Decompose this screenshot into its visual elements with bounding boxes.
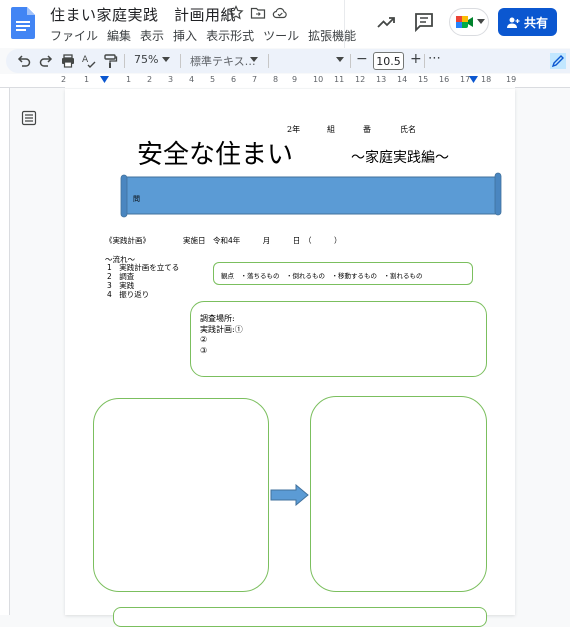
ruler-number: 19 <box>506 75 517 84</box>
toolbar-divider <box>180 54 181 68</box>
flow-step: 4 振り返り <box>107 290 150 299</box>
survey-plan-line: ② <box>200 335 208 344</box>
date-line: 実施日 令和4年 月 日 （ ） <box>183 236 342 245</box>
style-dropdown-icon[interactable] <box>250 57 258 63</box>
increase-font-size-button[interactable]: + <box>410 51 422 67</box>
ruler-number: 16 <box>439 75 450 84</box>
ruler-number: 12 <box>355 75 366 84</box>
survey-box[interactable]: 調査場所: 実践計画:① ② ③ <box>190 301 487 377</box>
menu-bar: ファイル 編集 表示 挿入 表示形式 ツール 拡張機能 <box>50 27 356 43</box>
title-sub: 〜家庭実践編〜 <box>351 150 449 166</box>
document-page[interactable]: 2年 組 番 氏名 安全な住まい 〜家庭実践編〜 問 《実践計画》 実施日 令和… <box>65 89 515 627</box>
class-label: 組 <box>327 125 335 134</box>
paint-format-icon[interactable] <box>102 53 118 69</box>
menu-extensions[interactable]: 拡張機能 <box>308 27 356 43</box>
meet-camera-icon <box>456 16 473 28</box>
edit-mode-pencil-icon[interactable] <box>550 53 566 69</box>
horizontal-ruler[interactable]: 2 1 1 2 3 4 5 6 7 8 9 10 11 12 13 14 15 … <box>0 74 570 88</box>
star-icon[interactable] <box>228 5 244 21</box>
more-options-button[interactable]: ⋯ <box>428 51 441 66</box>
zoom-select[interactable]: 75% <box>134 53 158 66</box>
name-label: 氏名 <box>400 125 416 134</box>
ruler-number: 1 <box>84 75 90 84</box>
ruler-number: 3 <box>168 75 174 84</box>
toolbar-divider <box>350 54 351 68</box>
ruler-number: 14 <box>397 75 408 84</box>
after-box[interactable] <box>310 396 487 592</box>
question-banner[interactable] <box>119 172 503 218</box>
ruler-number: 4 <box>189 75 195 84</box>
plan-heading: 《実践計画》 <box>105 236 150 245</box>
undo-icon[interactable] <box>16 53 32 69</box>
toolbar-divider <box>424 54 425 68</box>
document-title[interactable]: 住まい家庭実践 計画用紙 <box>50 4 236 25</box>
header-divider <box>344 0 345 48</box>
right-indent-marker-icon[interactable] <box>469 76 478 84</box>
ruler-number: 2 <box>61 75 67 84</box>
ruler-number: 13 <box>376 75 387 84</box>
survey-place-line: 調査場所: <box>200 314 235 323</box>
ruler-number: 2 <box>147 75 153 84</box>
top-bar: 住まい家庭実践 計画用紙 ファイル 編集 表示 挿入 表示形式 ツール 拡張機能 <box>0 0 570 48</box>
ruler-number: 18 <box>481 75 492 84</box>
ruler-number: 8 <box>273 75 279 84</box>
ruler-number: 7 <box>252 75 258 84</box>
before-box[interactable] <box>93 398 269 592</box>
document-outline-icon[interactable] <box>21 110 37 126</box>
format-toolbar: A 75% 標準テキス… − 10.5 + ⋯ <box>6 49 570 73</box>
toolbar-divider <box>124 54 125 68</box>
viewpoint-text: 観点 ・落ちるもの ・倒れるもの ・移動するもの ・割れるもの <box>221 272 423 280</box>
menu-tools[interactable]: ツール <box>263 27 299 43</box>
number-label: 番 <box>363 125 371 134</box>
ruler-number: 10 <box>313 75 324 84</box>
reflection-box[interactable] <box>113 607 487 627</box>
arrow-right-icon <box>270 484 309 506</box>
zoom-dropdown-icon[interactable] <box>162 57 170 63</box>
meet-button[interactable] <box>449 8 489 36</box>
share-label: 共有 <box>523 15 548 30</box>
paragraph-style-select[interactable]: 標準テキス… <box>190 53 256 69</box>
menu-insert[interactable]: 挿入 <box>173 27 197 43</box>
viewpoint-box[interactable]: 観点 ・落ちるもの ・倒れるもの ・移動するもの ・割れるもの <box>213 262 473 285</box>
ruler-number: 6 <box>231 75 237 84</box>
font-dropdown-icon[interactable] <box>336 57 344 63</box>
ruler-number: 9 <box>292 75 298 84</box>
redo-icon[interactable] <box>38 53 54 69</box>
left-indent-marker-icon[interactable] <box>100 76 109 84</box>
docs-logo-icon[interactable] <box>11 7 35 39</box>
title-main: 安全な住まい <box>137 140 294 170</box>
ruler-number: 5 <box>210 75 216 84</box>
ruler-number: 15 <box>418 75 429 84</box>
share-button[interactable]: 共有 <box>498 8 557 36</box>
svg-text:A: A <box>82 55 89 65</box>
font-size-input[interactable]: 10.5 <box>373 52 404 70</box>
cloud-status-icon[interactable] <box>272 5 288 21</box>
menu-file[interactable]: ファイル <box>50 27 98 43</box>
survey-plan-line: 実践計画:① <box>200 325 243 334</box>
ruler-number: 1 <box>126 75 132 84</box>
question-label: 問 <box>133 195 140 203</box>
decrease-font-size-button[interactable]: − <box>356 51 368 67</box>
print-icon[interactable] <box>60 53 76 69</box>
add-person-icon <box>506 17 520 28</box>
vertical-ruler[interactable] <box>0 88 10 615</box>
chevron-down-icon <box>477 19 485 24</box>
survey-plan-line: ③ <box>200 346 208 355</box>
menu-edit[interactable]: 編集 <box>107 27 131 43</box>
move-folder-icon[interactable] <box>250 5 266 21</box>
activity-trend-icon[interactable] <box>374 10 398 34</box>
ruler-number: 11 <box>334 75 345 84</box>
spellcheck-icon[interactable]: A <box>81 53 97 69</box>
comment-icon[interactable] <box>412 10 436 34</box>
menu-format[interactable]: 表示形式 <box>206 27 254 43</box>
menu-view[interactable]: 表示 <box>140 27 164 43</box>
toolbar-divider <box>268 54 269 68</box>
